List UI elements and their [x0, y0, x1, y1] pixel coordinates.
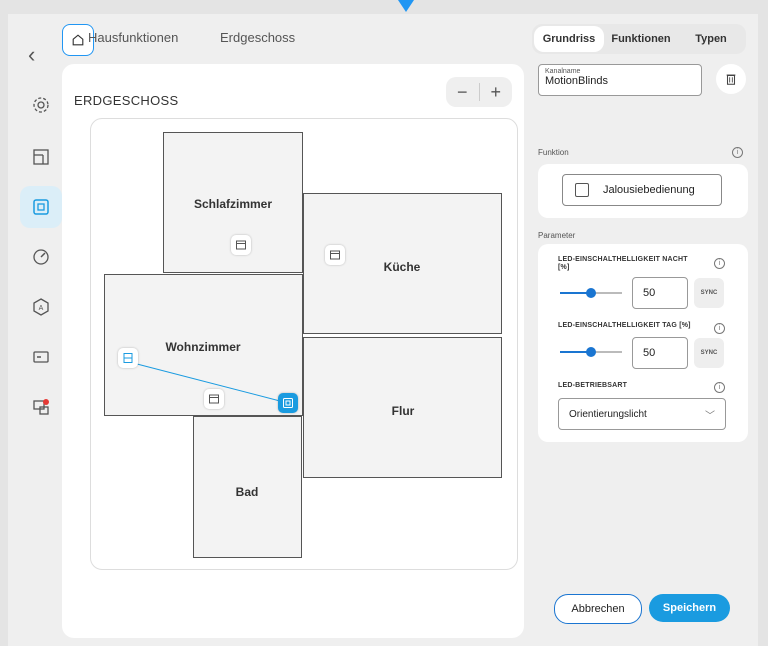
led-night-label: LED-EINSCHALTHELLIGKEIT NACHT [%] [558, 256, 688, 271]
led-night-input[interactable]: 50 [632, 277, 688, 309]
channel-name-label: Kanalname [545, 68, 581, 75]
function-card: Jalousiebedienung [538, 164, 748, 218]
tab-funktionen[interactable]: Funktionen [606, 24, 676, 54]
info-icon[interactable]: i [732, 147, 743, 158]
sync-night-button[interactable]: SYNC [694, 278, 724, 308]
chevron-down-icon: ﹀ [705, 410, 715, 422]
parameter-section-label: Parameter [538, 231, 576, 240]
selected-switch-device-icon[interactable] [278, 393, 298, 413]
blinds-function-icon [575, 183, 589, 197]
slider-knob[interactable] [586, 347, 596, 357]
led-night-slider[interactable] [560, 287, 622, 299]
led-day-input[interactable]: 50 [632, 337, 688, 369]
function-section-label: Funktion [538, 148, 569, 157]
drop-marker-icon [398, 0, 414, 12]
slider-knob[interactable] [586, 288, 596, 298]
blind-device-icon[interactable] [325, 245, 345, 265]
tab-typen[interactable]: Typen [676, 24, 746, 54]
sync-label: SYNC [700, 290, 718, 296]
led-mode-label: LED-BETRIEBSART [558, 382, 628, 389]
parameter-card: LED-EINSCHALTHELLIGKEIT NACHT [%] i 50 S… [538, 244, 748, 442]
blind-device-icon[interactable] [231, 235, 251, 255]
view-tabs: Grundriss Funktionen Typen [532, 24, 746, 54]
trash-icon [726, 74, 736, 85]
led-mode-value: Orientierungslicht [569, 408, 647, 420]
cancel-button[interactable]: Abbrechen [554, 594, 642, 624]
function-value: Jalousiebedienung [603, 184, 695, 196]
function-select-button[interactable]: Jalousiebedienung [562, 174, 722, 206]
sync-label: SYNC [700, 350, 718, 356]
channel-name-field[interactable]: Kanalname MotionBlinds [538, 64, 702, 96]
tab-grundriss[interactable]: Grundriss [534, 26, 604, 52]
info-icon[interactable]: i [714, 382, 725, 393]
info-icon[interactable]: i [714, 258, 725, 269]
led-mode-select[interactable]: Orientierungslicht ﹀ [558, 398, 726, 430]
window-device-icon[interactable] [118, 348, 138, 368]
led-day-label: LED-EINSCHALTHELLIGKEIT TAG [%] [558, 322, 691, 329]
delete-button[interactable] [716, 64, 746, 94]
sync-day-button[interactable]: SYNC [694, 338, 724, 368]
led-day-slider[interactable] [560, 346, 622, 358]
channel-name-value: MotionBlinds [545, 75, 608, 87]
save-button[interactable]: Speichern [649, 594, 730, 622]
blind-device-icon[interactable] [204, 389, 224, 409]
info-icon[interactable]: i [714, 323, 725, 334]
